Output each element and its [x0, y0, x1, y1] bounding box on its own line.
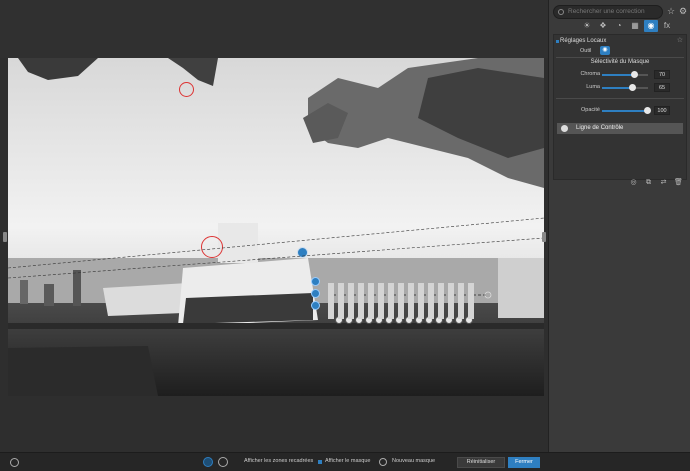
tool-dot[interactable] — [425, 316, 433, 324]
tab-detail-icon[interactable]: ◔ — [612, 20, 626, 32]
luma-knob[interactable] — [629, 84, 636, 91]
tab-fx[interactable]: fx — [660, 20, 674, 32]
tool-tabs: ☀ ❖ ◔ ▦ ◉ fx — [549, 20, 690, 34]
search-placeholder: Rechercher une correction — [568, 8, 645, 15]
control-point-mini-3[interactable] — [311, 301, 320, 310]
control-point-add-icon[interactable] — [203, 457, 213, 467]
app-window: Rechercher une correction ☆ ⚙ ☀ ❖ ◔ ▦ ◉ … — [0, 0, 690, 471]
chroma-track[interactable] — [602, 71, 648, 78]
search-icon — [558, 9, 564, 15]
control-line-add-icon[interactable] — [218, 457, 228, 467]
luma-value[interactable]: 65 — [654, 83, 670, 92]
tool-dot[interactable] — [355, 316, 363, 324]
reset-button[interactable]: Réinitialiser — [457, 457, 505, 468]
opacity-knob[interactable] — [644, 107, 651, 114]
new-mask-label[interactable]: Nouveau masque — [392, 458, 435, 464]
control-point[interactable] — [297, 247, 308, 258]
chroma-knob[interactable] — [631, 71, 638, 78]
tab-color-icon[interactable]: ❖ — [596, 20, 610, 32]
control-point-ring[interactable] — [179, 82, 194, 97]
opacity-value[interactable]: 100 — [654, 106, 670, 115]
chroma-value[interactable]: 70 — [654, 70, 670, 79]
right-panel: Rechercher une correction ☆ ⚙ ☀ ❖ ◔ ▦ ◉ … — [548, 0, 690, 452]
tool-dot[interactable] — [435, 316, 443, 324]
luma-label: Luma — [586, 84, 600, 90]
outil-label: Outil — [580, 48, 592, 54]
gear-icon[interactable]: ⚙ — [678, 6, 688, 16]
control-point-mini-1[interactable] — [311, 277, 320, 286]
top-area — [0, 0, 548, 58]
tab-light-icon[interactable]: ☀ — [580, 20, 594, 32]
tool-dot[interactable] — [405, 316, 413, 324]
control-point-toolbar[interactable] — [335, 316, 505, 326]
luma-track[interactable] — [602, 84, 648, 91]
settings-icon[interactable] — [10, 458, 19, 467]
tool-dot[interactable] — [415, 316, 423, 324]
tool-dot[interactable] — [365, 316, 373, 324]
tool-dot[interactable] — [335, 316, 343, 324]
mask-selectivity-title: Sélectivité du Masque — [590, 59, 650, 65]
opacity-slider[interactable]: Opacité 100 — [554, 106, 686, 116]
tool-dot[interactable] — [385, 316, 393, 324]
tool-dot[interactable] — [345, 316, 353, 324]
control-line-label: Ligne de Contrôle — [576, 125, 624, 131]
luma-fill — [602, 87, 632, 89]
control-line-item[interactable]: Ligne de Contrôle — [557, 123, 683, 134]
photo-canvas[interactable] — [8, 58, 544, 396]
right-handle[interactable] — [542, 232, 546, 242]
tool-dot[interactable] — [375, 316, 383, 324]
control-line-icon — [561, 125, 568, 132]
tool-dot[interactable] — [445, 316, 453, 324]
tool-dot[interactable] — [395, 316, 403, 324]
close-button[interactable]: Fermer — [508, 457, 540, 468]
pin-icon[interactable]: ☆ — [677, 36, 683, 44]
opacity-label: Opacité — [581, 107, 600, 113]
search-field[interactable]: Rechercher une correction — [553, 5, 663, 19]
control-point-tool-button[interactable]: ◉ — [600, 46, 610, 55]
chroma-slider[interactable]: Chroma 70 — [554, 70, 686, 80]
photo-image — [8, 58, 544, 396]
show-mask-label[interactable]: Afficher le masque — [325, 458, 370, 464]
chroma-label: Chroma — [580, 71, 600, 77]
chroma-fill — [602, 74, 634, 76]
bottom-toolbar: Afficher les zones recadrées Afficher le… — [0, 452, 690, 471]
opacity-track[interactable] — [602, 107, 651, 114]
star-icon[interactable]: ☆ — [666, 6, 676, 16]
show-mask-checkbox[interactable] — [318, 460, 322, 464]
luma-slider[interactable]: Luma 65 — [554, 83, 686, 93]
tool-dot[interactable] — [465, 316, 473, 324]
tool-dot[interactable] — [455, 316, 463, 324]
opacity-fill — [602, 110, 648, 112]
divider — [556, 98, 684, 99]
eye-icon[interactable]: ◎ — [629, 178, 638, 187]
section-title: Réglages Locaux — [560, 38, 607, 44]
trash-icon[interactable]: 🗑 — [674, 178, 683, 187]
local-adjustments-section: Réglages Locaux ☆ Outil ◉ Sélectivité du… — [553, 34, 687, 180]
show-crop-zones-label[interactable]: Afficher les zones recadrées — [244, 458, 313, 464]
control-point-mini-2[interactable] — [311, 289, 320, 298]
new-mask-icon[interactable] — [379, 458, 387, 466]
left-handle[interactable] — [3, 232, 7, 242]
tab-geometry-icon[interactable]: ▦ — [628, 20, 642, 32]
divider — [556, 57, 684, 58]
swap-icon[interactable]: ⇄ — [659, 178, 668, 187]
panel-bottom-icons: ◎ ⧉ ⇄ 🗑 — [549, 178, 689, 188]
section-dot — [556, 40, 559, 43]
control-point-ring[interactable] — [201, 236, 223, 258]
duplicate-icon[interactable]: ⧉ — [644, 178, 653, 187]
tab-local-adjustments-icon[interactable]: ◉ — [644, 20, 658, 32]
